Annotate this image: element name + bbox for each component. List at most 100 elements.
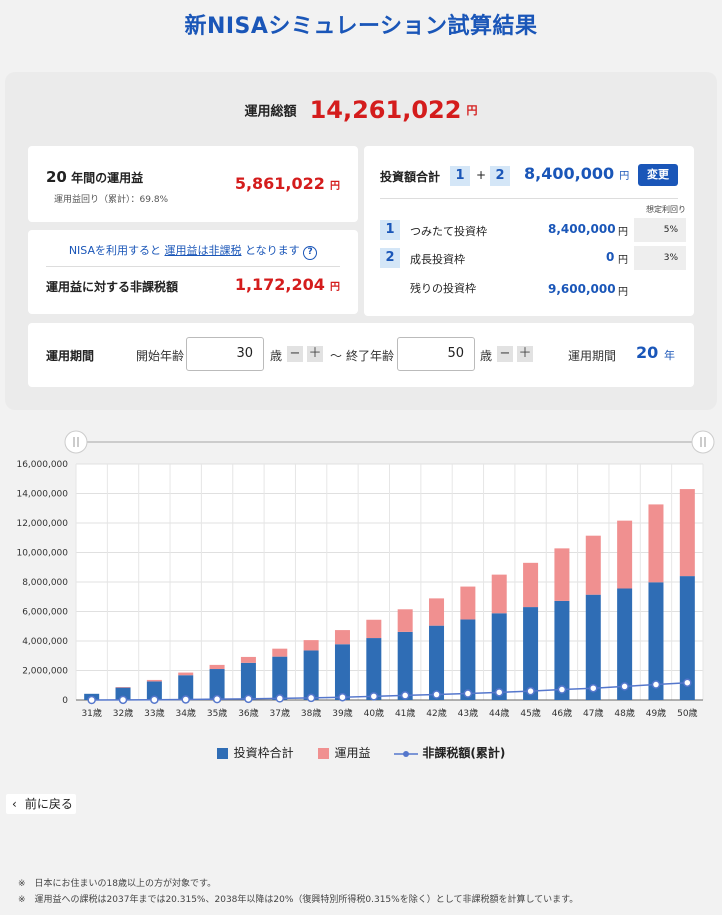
span-value: 20 bbox=[636, 343, 659, 362]
x-tick-label: 37歳 bbox=[270, 707, 290, 719]
taxfree-point[interactable] bbox=[150, 695, 159, 704]
start-age-minus-button[interactable]: − bbox=[287, 346, 303, 362]
bar-profit[interactable] bbox=[146, 679, 162, 682]
bar-invest[interactable] bbox=[303, 650, 319, 700]
bar-profit[interactable] bbox=[397, 609, 413, 632]
investment-row: 2 成長投資枠 0 円 3% bbox=[380, 246, 686, 270]
row-name: 成長投資枠 bbox=[410, 253, 465, 266]
change-button[interactable]: 変更 bbox=[638, 164, 678, 186]
bar-profit[interactable] bbox=[272, 648, 288, 657]
help-icon[interactable]: ? bbox=[303, 246, 318, 260]
end-age-plus-button[interactable]: ＋ bbox=[517, 346, 533, 362]
bar-profit[interactable] bbox=[491, 574, 507, 614]
bar-profit[interactable] bbox=[240, 656, 256, 663]
bar-profit[interactable] bbox=[303, 640, 319, 651]
range-slider-left-handle[interactable] bbox=[64, 430, 88, 454]
x-tick-label: 39歳 bbox=[332, 707, 352, 719]
bar-profit[interactable] bbox=[115, 687, 131, 688]
bar-invest[interactable] bbox=[554, 600, 570, 700]
bar-profit[interactable] bbox=[679, 489, 695, 577]
legend-invest[interactable]: 投資枠合計 bbox=[216, 746, 298, 760]
taxfree-point[interactable] bbox=[181, 695, 190, 704]
nisa-taxfree-link[interactable]: 運用益は非課税 bbox=[165, 244, 242, 257]
legend-taxfree-line-icon bbox=[394, 750, 419, 757]
taxfree-point[interactable] bbox=[118, 695, 128, 705]
y-tick-label: 16,000,000 bbox=[16, 460, 68, 470]
profit-unit: 円 bbox=[330, 181, 340, 192]
taxfree-point[interactable] bbox=[589, 683, 598, 693]
bar-invest[interactable] bbox=[272, 656, 288, 700]
bar-profit[interactable] bbox=[209, 664, 225, 670]
row-rate[interactable]: 5% bbox=[634, 218, 686, 242]
bar-invest[interactable] bbox=[334, 644, 350, 700]
bar-invest[interactable] bbox=[523, 607, 539, 700]
divider bbox=[380, 198, 678, 199]
bar-profit[interactable] bbox=[617, 520, 633, 589]
legend-profit[interactable]: 運用益 bbox=[317, 746, 375, 760]
legend-taxfree[interactable]: 非課税額(累計) bbox=[394, 746, 505, 760]
x-tick-label: 32歳 bbox=[113, 707, 133, 719]
total-label: 運用総額 bbox=[244, 104, 297, 120]
bar-profit[interactable] bbox=[334, 630, 350, 645]
taxfree-point[interactable] bbox=[400, 691, 410, 700]
taxfree-point[interactable] bbox=[87, 695, 96, 705]
taxfree-point[interactable] bbox=[306, 693, 316, 703]
bar-profit[interactable] bbox=[648, 504, 664, 583]
taxfree-point[interactable] bbox=[463, 689, 473, 698]
taxfree-point[interactable] bbox=[275, 694, 285, 703]
remaining-label: 残りの投資枠 bbox=[410, 282, 476, 295]
end-age-input[interactable]: 50 bbox=[397, 337, 475, 371]
taxfree-point[interactable] bbox=[494, 688, 504, 697]
x-tick-label: 50歳 bbox=[677, 707, 697, 719]
taxfree-point[interactable] bbox=[683, 678, 692, 687]
x-tick-label: 48歳 bbox=[614, 707, 634, 719]
taxfree-point[interactable] bbox=[557, 685, 567, 694]
taxfree-point[interactable] bbox=[526, 686, 535, 696]
bar-invest[interactable] bbox=[366, 638, 382, 700]
start-age-label: 開始年齢 bbox=[136, 349, 185, 363]
x-tick-label: 38歳 bbox=[301, 707, 321, 719]
y-tick-label: 10,000,000 bbox=[16, 549, 68, 559]
taxfree-point[interactable] bbox=[212, 694, 222, 704]
investment-total: 8,400,000 bbox=[524, 164, 615, 183]
y-tick-label: 12,000,000 bbox=[16, 519, 68, 529]
back-button[interactable]: ‹ 前に戻る bbox=[6, 794, 76, 814]
taxfree-point[interactable] bbox=[369, 692, 379, 701]
bar-invest[interactable] bbox=[240, 662, 256, 700]
bar-invest[interactable] bbox=[491, 613, 507, 700]
start-age-input[interactable]: 30 bbox=[186, 337, 264, 371]
row-num: 2 bbox=[380, 248, 400, 268]
period-label: 運用期間 bbox=[46, 349, 95, 363]
bar-profit[interactable] bbox=[178, 672, 194, 676]
bar-invest[interactable] bbox=[429, 625, 445, 700]
bar-profit[interactable] bbox=[366, 619, 382, 639]
bar-profit[interactable] bbox=[585, 535, 601, 595]
investment-card: 投資額合計 1 + 2 8,400,000 円 変更 想定利回り 1 つみたて投… bbox=[364, 146, 694, 316]
taxfree-point[interactable] bbox=[338, 692, 347, 702]
x-tick-label: 42歳 bbox=[426, 707, 446, 719]
taxfree-point[interactable] bbox=[432, 690, 441, 699]
chevron-left-icon: ‹ bbox=[12, 797, 17, 811]
y-tick-label: 8,000,000 bbox=[22, 578, 68, 588]
invest-num-1: 1 bbox=[450, 166, 470, 186]
taxfree-point[interactable] bbox=[244, 694, 253, 704]
bar-profit[interactable] bbox=[554, 548, 570, 601]
taxfree-point[interactable] bbox=[620, 682, 629, 691]
range-slider-right-handle[interactable] bbox=[691, 430, 715, 454]
y-tick-label: 14,000,000 bbox=[16, 490, 68, 500]
row-rate[interactable]: 3% bbox=[634, 246, 686, 270]
taxfree-card: NISAを利用すると 運用益は非課税 となります ? 運用益に対する非課税額 1… bbox=[28, 230, 358, 314]
taxfree-label: 運用益に対する非課税額 bbox=[46, 280, 179, 294]
bar-invest[interactable] bbox=[460, 619, 476, 700]
bar-invest[interactable] bbox=[397, 631, 413, 700]
bar-profit[interactable] bbox=[429, 598, 445, 626]
x-tick-label: 47歳 bbox=[583, 707, 603, 719]
bar-profit[interactable] bbox=[460, 586, 476, 620]
y-tick-label: 6,000,000 bbox=[22, 608, 68, 618]
page-title: 新NISAシミュレーション試算結果 bbox=[184, 14, 538, 39]
end-age-minus-button[interactable]: − bbox=[497, 346, 513, 362]
taxfree-point[interactable] bbox=[651, 680, 661, 689]
y-tick-label: 0 bbox=[62, 696, 68, 706]
bar-profit[interactable] bbox=[523, 562, 539, 608]
start-age-plus-button[interactable]: ＋ bbox=[307, 346, 323, 362]
